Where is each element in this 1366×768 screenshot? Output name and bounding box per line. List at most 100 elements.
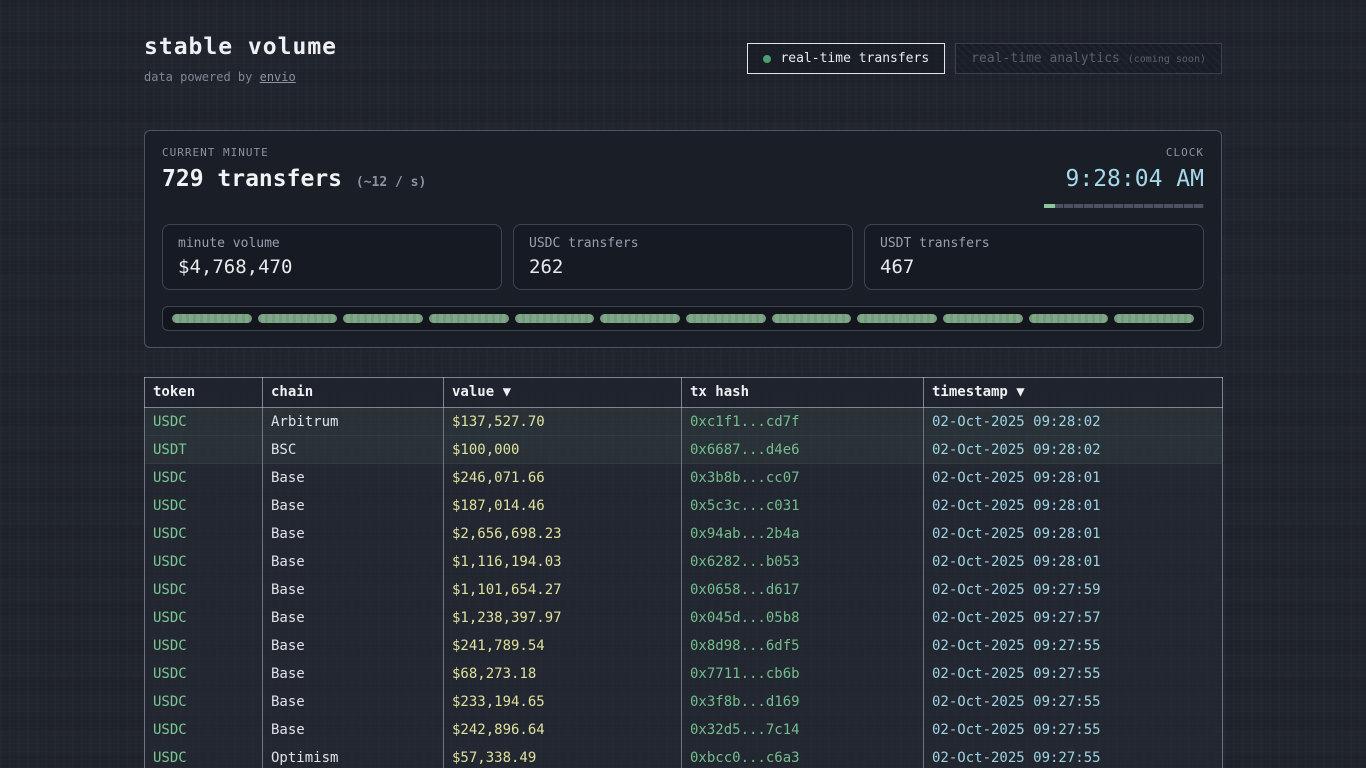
minute-progress-track (1044, 204, 1204, 208)
cell-token: USDC (145, 604, 263, 632)
cell-chain: Base (263, 520, 444, 548)
stat-box: minute volume $4,768,470 (162, 224, 502, 290)
cell-value: $2,656,698.23 (444, 520, 682, 548)
minute-progress-fill (1044, 204, 1055, 208)
cell-timestamp: 02-Oct-2025 09:28:01 (924, 520, 1223, 548)
cell-value: $241,789.54 (444, 632, 682, 660)
tab-realtime-analytics-label: real-time analytics (coming soon) (971, 51, 1206, 66)
cell-txhash-link[interactable]: 0x045d...05b8 (682, 604, 924, 632)
subtitle-text: data powered by (144, 70, 260, 84)
cell-timestamp: 02-Oct-2025 09:28:01 (924, 464, 1223, 492)
page-container: stable volume data powered by envio real… (144, 0, 1222, 768)
cell-token: USDC (145, 492, 263, 520)
view-tabs: real-time transfers real-time analytics … (747, 43, 1222, 74)
cell-txhash-link[interactable]: 0x0658...d617 (682, 576, 924, 604)
table-row: USDC Base $1,238,397.97 0x045d...05b8 02… (145, 604, 1223, 632)
minute-segment (429, 314, 509, 323)
col-header-value-sort[interactable]: value ▼ (444, 378, 682, 408)
table-row: USDC Base $233,194.65 0x3f8b...d169 02-O… (145, 688, 1223, 716)
cell-timestamp: 02-Oct-2025 09:27:55 (924, 632, 1223, 660)
cell-token: USDC (145, 688, 263, 716)
cell-value: $137,527.70 (444, 408, 682, 436)
stats-top-row: CURRENT MINUTE 729 transfers (~12 / s) C… (162, 146, 1204, 208)
transfer-count-block: CURRENT MINUTE 729 transfers (~12 / s) (162, 146, 426, 192)
stat-box-value: $4,768,470 (178, 256, 486, 278)
cell-txhash-link[interactable]: 0x3f8b...d169 (682, 688, 924, 716)
cell-chain: Base (263, 548, 444, 576)
stat-boxes: minute volume $4,768,470 USDC transfers … (162, 224, 1204, 290)
cell-value: $100,000 (444, 436, 682, 464)
cell-txhash-link[interactable]: 0x94ab...2b4a (682, 520, 924, 548)
table-row: USDC Base $1,101,654.27 0x0658...d617 02… (145, 576, 1223, 604)
coming-soon-badge: (coming soon) (1128, 54, 1206, 65)
minute-segment (172, 314, 252, 323)
minute-segment (343, 314, 423, 323)
col-header-timestamp-sort[interactable]: timestamp ▼ (924, 378, 1223, 408)
cell-txhash-link[interactable]: 0x8d98...6df5 (682, 632, 924, 660)
cell-txhash-link[interactable]: 0x7711...cb6b (682, 660, 924, 688)
cell-txhash-link[interactable]: 0x6687...d4e6 (682, 436, 924, 464)
cell-token: USDC (145, 716, 263, 744)
cell-token: USDC (145, 548, 263, 576)
cell-value: $1,116,194.03 (444, 548, 682, 576)
cell-chain: Base (263, 716, 444, 744)
cell-txhash-link[interactable]: 0x5c3c...c031 (682, 492, 924, 520)
envio-link[interactable]: envio (260, 70, 296, 84)
minute-segment (515, 314, 595, 323)
col-header-token: token (145, 378, 263, 408)
cell-txhash-link[interactable]: 0xbcc0...c6a3 (682, 744, 924, 768)
col-header-chain: chain (263, 378, 444, 408)
minute-segment (258, 314, 338, 323)
cell-value: $242,896.64 (444, 716, 682, 744)
table-row: USDC Base $241,789.54 0x8d98...6df5 02-O… (145, 632, 1223, 660)
cell-token: USDC (145, 744, 263, 768)
minute-segment (857, 314, 937, 323)
page-header: stable volume data powered by envio real… (144, 34, 1222, 84)
minute-segment (600, 314, 680, 323)
cell-timestamp: 02-Oct-2025 09:27:59 (924, 576, 1223, 604)
cell-token: USDC (145, 660, 263, 688)
stat-box-label: USDT transfers (880, 236, 1188, 251)
cell-txhash-link[interactable]: 0x6282...b053 (682, 548, 924, 576)
cell-value: $68,273.18 (444, 660, 682, 688)
cell-txhash-link[interactable]: 0x3b8b...cc07 (682, 464, 924, 492)
cell-chain: Base (263, 688, 444, 716)
cell-chain: Base (263, 632, 444, 660)
table-row: USDC Arbitrum $137,527.70 0xc1f1...cd7f … (145, 408, 1223, 436)
cell-value: $1,101,654.27 (444, 576, 682, 604)
cell-timestamp: 02-Oct-2025 09:27:55 (924, 716, 1223, 744)
tab-realtime-analytics[interactable]: real-time analytics (coming soon) (955, 43, 1222, 74)
transfers-table: token chain value ▼ tx hash timestamp ▼ … (144, 377, 1223, 768)
cell-txhash-link[interactable]: 0xc1f1...cd7f (682, 408, 924, 436)
cell-chain: Base (263, 576, 444, 604)
cell-value: $246,071.66 (444, 464, 682, 492)
stat-box: USDC transfers 262 (513, 224, 853, 290)
cell-timestamp: 02-Oct-2025 09:28:01 (924, 492, 1223, 520)
cell-timestamp: 02-Oct-2025 09:28:02 (924, 436, 1223, 464)
cell-chain: BSC (263, 436, 444, 464)
cell-txhash-link[interactable]: 0x32d5...7c14 (682, 716, 924, 744)
minute-segments (162, 306, 1204, 331)
table-row: USDC Base $1,116,194.03 0x6282...b053 02… (145, 548, 1223, 576)
minute-segment (943, 314, 1023, 323)
clock-time: 9:28:04 AM (1044, 166, 1204, 192)
cell-token: USDC (145, 520, 263, 548)
tab-realtime-transfers[interactable]: real-time transfers (747, 43, 945, 74)
tab-realtime-transfers-label: real-time transfers (780, 51, 929, 66)
table-row: USDC Base $246,071.66 0x3b8b...cc07 02-O… (145, 464, 1223, 492)
table-header: token chain value ▼ tx hash timestamp ▼ (145, 378, 1223, 408)
table-body: USDC Arbitrum $137,527.70 0xc1f1...cd7f … (145, 408, 1223, 768)
minute-segment (1029, 314, 1109, 323)
cell-chain: Base (263, 492, 444, 520)
col-header-txhash: tx hash (682, 378, 924, 408)
current-minute-card: CURRENT MINUTE 729 transfers (~12 / s) C… (144, 130, 1222, 348)
minute-segment (1114, 314, 1194, 323)
cell-timestamp: 02-Oct-2025 09:27:55 (924, 660, 1223, 688)
clock-block: CLOCK 9:28:04 AM (1044, 146, 1204, 208)
cell-chain: Base (263, 604, 444, 632)
table-row: USDC Base $68,273.18 0x7711...cb6b 02-Oc… (145, 660, 1223, 688)
live-dot-icon (763, 55, 771, 63)
page-title: stable volume (144, 34, 337, 60)
title-block: stable volume data powered by envio (144, 34, 337, 84)
cell-token: USDT (145, 436, 263, 464)
